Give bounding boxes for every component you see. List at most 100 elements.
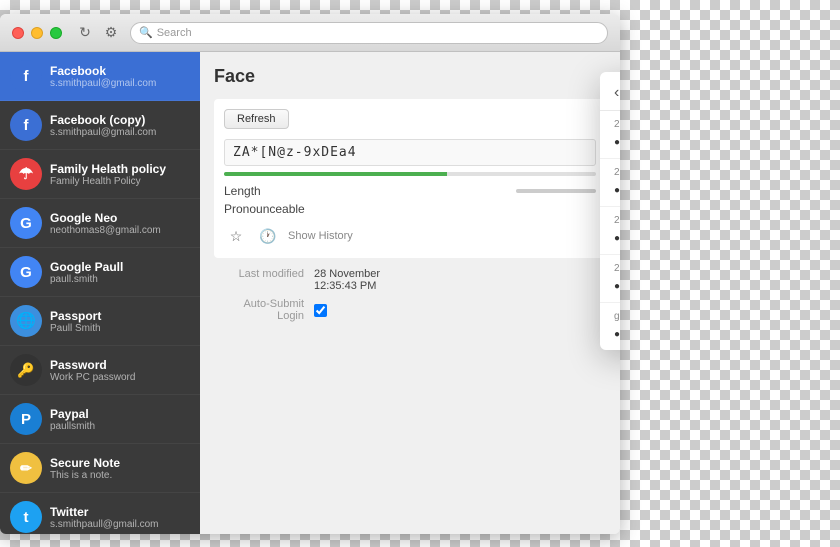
sidebar-item-twitter[interactable]: t Twitter s.smithpaull@gmail.com [0, 493, 200, 534]
item-subtitle: neothomas8@gmail.com [50, 225, 190, 236]
minimize-button[interactable] [31, 27, 43, 39]
avatar: 🌐 [10, 305, 42, 337]
length-slider[interactable] [516, 189, 596, 193]
avatar: t [10, 501, 42, 533]
main-window: ↻ ⚙ 🔍 Search f Facebook s.smithpaul@gmai… [0, 14, 620, 534]
item-subtitle: Family Health Policy [50, 176, 190, 187]
ph-dots: ●●●●● [614, 329, 620, 340]
ph-dots: ●●●●●● [614, 233, 620, 244]
last-modified-value: 28 November12:35:43 PM [314, 268, 380, 292]
item-text: Passport Paull Smith [50, 309, 190, 334]
item-subtitle: This is a note. [50, 470, 190, 481]
avatar: ☂ [10, 158, 42, 190]
refresh-icon[interactable]: ↻ [74, 22, 96, 44]
password-display: ZA*[N@z-9xDEa4 [224, 139, 596, 166]
avatar: f [10, 60, 42, 92]
item-title: Secure Note [50, 456, 190, 470]
sidebar: f Facebook s.smithpaul@gmail.com f Faceb… [0, 52, 200, 534]
ph-date: 21 November 2014 2:34:30 PM IST [614, 167, 620, 178]
item-text: Facebook (copy) s.smithpaul@gmail.com [50, 113, 190, 138]
avatar: f [10, 109, 42, 141]
sidebar-item-passport[interactable]: 🌐 Passport Paull Smith [0, 297, 200, 346]
item-text: Family Helath policy Family Health Polic… [50, 162, 190, 187]
item-subtitle: paullsmith [50, 421, 190, 432]
refresh-button[interactable]: Refresh [224, 109, 289, 129]
ph-entry-3: 21 November 2014 2:33:52 PM IST ●●●●●● 👁… [600, 255, 620, 303]
item-subtitle: Work PC password [50, 372, 190, 383]
item-text: Twitter s.smithpaull@gmail.com [50, 505, 190, 530]
back-button[interactable]: ‹ [614, 84, 619, 102]
item-text: Secure Note This is a note. [50, 456, 190, 481]
sidebar-item-google-paull[interactable]: G Google Paull paull.smith [0, 248, 200, 297]
star-icon[interactable]: ☆ [224, 224, 248, 248]
item-text: Facebook s.smithpaul@gmail.com [50, 64, 190, 89]
item-text: Google Paull paull.smith [50, 260, 190, 285]
maximize-button[interactable] [50, 27, 62, 39]
pw-controls: Refresh [224, 109, 596, 129]
page-title: Face [214, 66, 606, 87]
ph-entry-1: 21 November 2014 2:34:30 PM IST ●●●●●● 👁… [600, 159, 620, 207]
length-option-row: Length [224, 184, 596, 198]
item-subtitle: paull.smith [50, 274, 190, 285]
ph-date: google.com , 21 November 2014 1:13:13 PM… [614, 311, 620, 322]
avatar: P [10, 403, 42, 435]
item-subtitle: s.smithpaull@gmail.com [50, 519, 190, 530]
ph-header: ‹ Password History [600, 72, 620, 111]
item-title: Password [50, 358, 190, 372]
ph-date: 21 November 2014 2:33:52 PM IST [614, 263, 620, 274]
avatar: G [10, 207, 42, 239]
search-icon: 🔍 [139, 26, 153, 39]
sidebar-item-password[interactable]: 🔑 Password Work PC password [0, 346, 200, 395]
avatar: 🔑 [10, 354, 42, 386]
length-label: Length [224, 184, 261, 198]
item-title: Google Paull [50, 260, 190, 274]
item-text: Password Work PC password [50, 358, 190, 383]
item-title: Paypal [50, 407, 190, 421]
sidebar-item-family-health[interactable]: ☂ Family Helath policy Family Health Pol… [0, 150, 200, 199]
ph-pw-row: ●●●●●● 👁 ⎘ [614, 230, 620, 246]
item-text: Paypal paullsmith [50, 407, 190, 432]
meta-section: Last modified 28 November12:35:43 PM Aut… [214, 268, 606, 322]
sidebar-item-secure-note[interactable]: ✏ Secure Note This is a note. [0, 444, 200, 493]
window-controls [12, 27, 62, 39]
item-subtitle: Paull Smith [50, 323, 190, 334]
title-bar: ↻ ⚙ 🔍 Search [0, 14, 620, 52]
history-icon[interactable]: 🕐 [256, 224, 280, 248]
password-section: Refresh ZA*[N@z-9xDEa4 Length Pronouncea… [214, 99, 606, 258]
strength-bar [224, 172, 596, 176]
pw-options: Length Pronounceable [224, 184, 596, 216]
item-title: Twitter [50, 505, 190, 519]
item-subtitle: s.smithpaul@gmail.com [50, 127, 190, 138]
sidebar-item-facebook-copy[interactable]: f Facebook (copy) s.smithpaul@gmail.com [0, 101, 200, 150]
ph-pw-row: ●●●●●● 👁 ⎘ [614, 182, 620, 198]
sidebar-item-facebook[interactable]: f Facebook s.smithpaul@gmail.com [0, 52, 200, 101]
ph-pw-row: ●●●●●● 👁 ⎘ [614, 134, 620, 150]
password-history-panel: ‹ Password History 26 December 2014 12:4… [600, 72, 620, 350]
icon-row: ☆ 🕐 Show History [224, 224, 596, 248]
auto-submit-row: Auto-Submit Login [214, 298, 606, 322]
item-text: Google Neo neothomas8@gmail.com [50, 211, 190, 236]
auto-submit-label: Auto-Submit Login [214, 298, 304, 322]
avatar: ✏ [10, 452, 42, 484]
item-title: Family Helath policy [50, 162, 190, 176]
auto-submit-checkbox[interactable] [314, 304, 327, 317]
ph-entry-4: google.com , 21 November 2014 1:13:13 PM… [600, 303, 620, 350]
ph-entry-0: 26 December 2014 12:40:01 PM IST ●●●●●● … [600, 111, 620, 159]
item-title: Passport [50, 309, 190, 323]
pronounceable-label: Pronounceable [224, 202, 305, 216]
window-body: f Facebook s.smithpaul@gmail.com f Faceb… [0, 52, 620, 534]
sidebar-item-paypal[interactable]: P Paypal paullsmith [0, 395, 200, 444]
item-title: Google Neo [50, 211, 190, 225]
ph-dots: ●●●●●● [614, 281, 620, 292]
ph-dots: ●●●●●● [614, 137, 620, 148]
ph-entry-2: 21 November 2014 2:34:05 PM IST ●●●●●● 👁… [600, 207, 620, 255]
avatar: G [10, 256, 42, 288]
search-placeholder: Search [157, 27, 192, 39]
sidebar-item-google-neo[interactable]: G Google Neo neothomas8@gmail.com [0, 199, 200, 248]
close-button[interactable] [12, 27, 24, 39]
main-content: Face Refresh ZA*[N@z-9xDEa4 Length Prono… [200, 52, 620, 534]
gear-icon[interactable]: ⚙ [100, 22, 122, 44]
search-bar[interactable]: 🔍 Search [130, 22, 608, 44]
ph-dots: ●●●●●● [614, 185, 620, 196]
ph-pw-row: ●●●●●● 👁 ⎘ [614, 278, 620, 294]
